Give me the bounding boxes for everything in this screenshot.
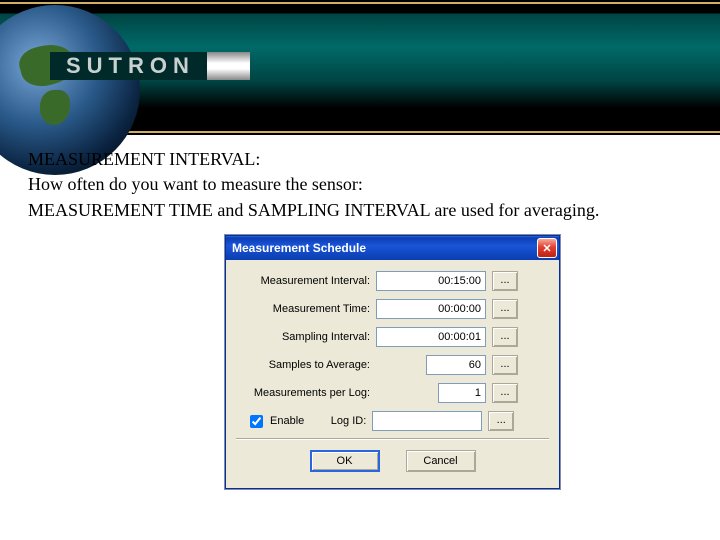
row-measurement-interval: Measurement Interval: 00:15:00 ...	[236, 270, 549, 292]
slide-line: How often do you want to measure the sen…	[28, 173, 599, 196]
slide-line: MEASUREMENT INTERVAL:	[28, 148, 599, 171]
dialog-body: Measurement Interval: 00:15:00 ... Measu…	[226, 260, 559, 488]
close-button[interactable]: ✕	[537, 238, 557, 258]
label-measurement-interval: Measurement Interval:	[236, 275, 376, 287]
checkbox-enable[interactable]	[250, 415, 263, 428]
input-measurement-time[interactable]: 00:00:00	[376, 299, 486, 319]
input-sampling-interval[interactable]: 00:00:01	[376, 327, 486, 347]
header-band: SUTRON	[0, 0, 720, 135]
input-measurements-per-log[interactable]: 1	[438, 383, 486, 403]
label-samples-to-average: Samples to Average:	[236, 359, 376, 371]
input-measurement-interval[interactable]: 00:15:00	[376, 271, 486, 291]
label-enable: Enable	[270, 415, 304, 427]
row-measurement-time: Measurement Time: 00:00:00 ...	[236, 298, 549, 320]
row-measurements-per-log: Measurements per Log: 1 ...	[236, 382, 549, 404]
slide-body-text: MEASUREMENT INTERVAL: How often do you w…	[28, 148, 599, 224]
row-enable-logid: Enable Log ID: ...	[236, 410, 549, 432]
dialog-button-row: OK Cancel	[236, 450, 549, 482]
brand-name: SUTRON	[50, 52, 207, 80]
dialog-title: Measurement Schedule	[232, 241, 537, 255]
label-measurement-time: Measurement Time:	[236, 303, 376, 315]
measurement-schedule-dialog: Measurement Schedule ✕ Measurement Inter…	[225, 235, 560, 489]
browse-button-measurements-per-log[interactable]: ...	[492, 383, 518, 403]
ok-button[interactable]: OK	[310, 450, 380, 472]
label-sampling-interval: Sampling Interval:	[236, 331, 376, 343]
browse-button-sampling-interval[interactable]: ...	[492, 327, 518, 347]
cancel-button[interactable]: Cancel	[406, 450, 476, 472]
slide-line: MEASUREMENT TIME and SAMPLING INTERVAL a…	[28, 199, 599, 222]
browse-button-measurement-time[interactable]: ...	[492, 299, 518, 319]
browse-button-measurement-interval[interactable]: ...	[492, 271, 518, 291]
input-samples-to-average[interactable]: 60	[426, 355, 486, 375]
label-measurements-per-log: Measurements per Log:	[236, 387, 376, 399]
browse-button-samples-to-average[interactable]: ...	[492, 355, 518, 375]
browse-button-log-id[interactable]: ...	[488, 411, 514, 431]
input-log-id[interactable]	[372, 411, 482, 431]
header-stripe	[0, 2, 720, 4]
row-samples-to-average: Samples to Average: 60 ...	[236, 354, 549, 376]
separator	[236, 438, 549, 440]
label-log-id: Log ID:	[322, 415, 372, 427]
close-icon: ✕	[542, 242, 551, 255]
row-sampling-interval: Sampling Interval: 00:00:01 ...	[236, 326, 549, 348]
brand-logo: SUTRON	[50, 50, 250, 82]
dialog-titlebar[interactable]: Measurement Schedule ✕	[226, 236, 559, 260]
